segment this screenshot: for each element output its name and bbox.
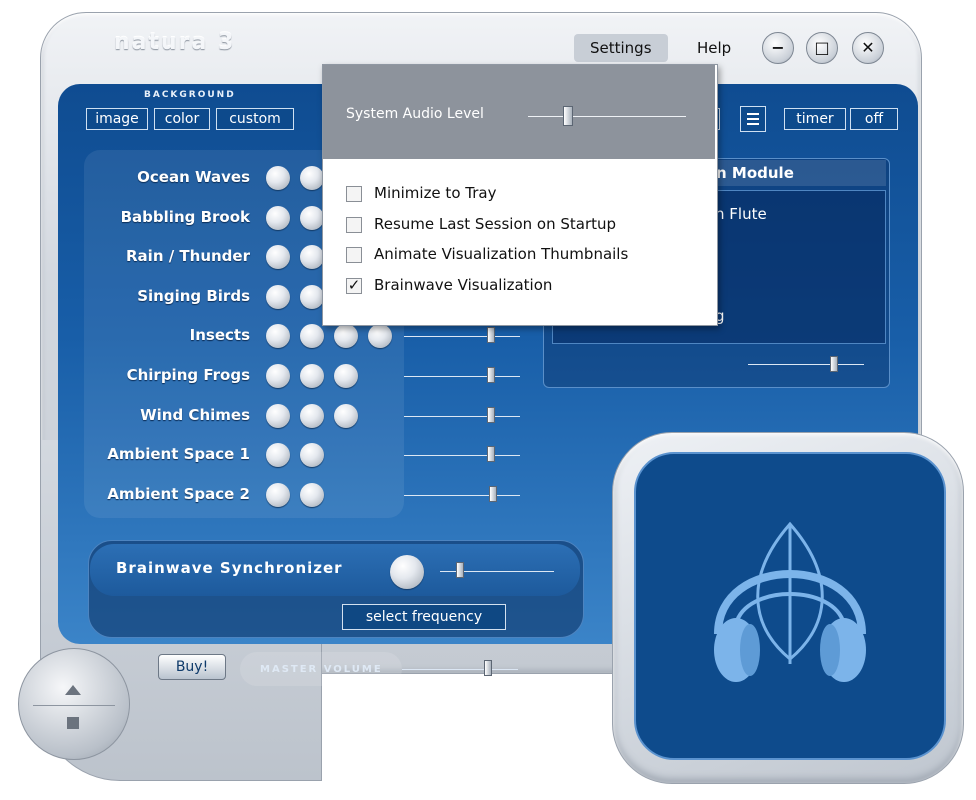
sound-variant-button[interactable] xyxy=(300,364,324,388)
timer-button[interactable]: timer xyxy=(784,108,846,130)
sound-label: Ambient Space 1 xyxy=(107,445,250,464)
module-title-text: n Module xyxy=(716,164,794,182)
sound-label: Chirping Frogs xyxy=(126,366,250,384)
sound-variant-button[interactable] xyxy=(300,205,324,230)
menu-help[interactable]: Help xyxy=(681,34,747,62)
buy-button[interactable]: Buy! xyxy=(158,654,226,680)
option-label[interactable]: Brainwave Visualization xyxy=(374,276,552,294)
select-frequency-button[interactable]: select frequency xyxy=(342,604,506,630)
master-volume-track[interactable] xyxy=(402,669,518,670)
sound-variant-button[interactable] xyxy=(300,245,324,270)
sound-volume-track[interactable] xyxy=(404,455,520,457)
sound-volume-track[interactable] xyxy=(404,336,520,338)
list-icon[interactable] xyxy=(740,106,766,132)
master-volume-thumb[interactable] xyxy=(484,660,492,676)
corner-knob[interactable] xyxy=(18,648,130,760)
minimize-button[interactable]: − xyxy=(762,32,794,64)
maximize-button[interactable]: □ xyxy=(806,32,838,64)
module-slider-thumb[interactable] xyxy=(830,356,838,372)
background-label: BACKGROUND xyxy=(144,90,236,100)
option-checkbox[interactable] xyxy=(346,216,362,233)
sound-variant-button[interactable] xyxy=(266,403,290,428)
sound-volume-thumb[interactable] xyxy=(487,327,495,344)
sound-variant-button[interactable] xyxy=(266,364,290,388)
master-volume-label: MASTER VOLUME xyxy=(260,664,383,675)
sound-label: Insects xyxy=(189,326,250,345)
system-audio-thumb[interactable] xyxy=(562,106,573,126)
sound-label: Rain / Thunder xyxy=(126,247,250,266)
app-title: natura 3 xyxy=(114,30,236,55)
sound-volume-thumb[interactable] xyxy=(487,406,495,423)
sound-label: Wind Chimes xyxy=(140,405,250,424)
brainwave-slider-thumb[interactable] xyxy=(456,562,464,578)
sound-variant-button[interactable] xyxy=(266,482,290,507)
option-checkbox[interactable] xyxy=(346,247,362,263)
sound-volume-thumb[interactable] xyxy=(487,367,495,383)
headphones-logo-icon xyxy=(714,521,866,682)
option-checkbox[interactable] xyxy=(346,186,362,202)
background-image-button[interactable]: image xyxy=(86,108,148,130)
sound-volume-track[interactable] xyxy=(404,494,520,496)
sound-variant-button[interactable] xyxy=(300,403,324,428)
sound-variant-button[interactable] xyxy=(300,443,324,468)
close-button[interactable]: ✕ xyxy=(852,32,884,64)
sound-variant-button[interactable] xyxy=(266,166,290,190)
sound-volume-track[interactable] xyxy=(404,376,520,377)
sound-variant-button[interactable] xyxy=(300,284,324,309)
knob-divider xyxy=(33,705,115,706)
visualization-panel xyxy=(634,452,946,760)
module-item[interactable]: n Flute xyxy=(715,205,767,223)
sound-variant-button[interactable] xyxy=(266,205,290,230)
sound-label: Babbling Brook xyxy=(120,207,250,226)
sound-variant-button[interactable] xyxy=(266,284,290,309)
sound-variant-button[interactable] xyxy=(266,443,290,468)
sound-label: Ocean Waves xyxy=(137,168,250,186)
module-slider-track[interactable] xyxy=(748,364,864,365)
sound-variant-button[interactable] xyxy=(334,403,358,428)
option-label[interactable]: Resume Last Session on Startup xyxy=(374,215,616,233)
background-custom-button[interactable]: custom xyxy=(216,108,294,130)
sound-label: Singing Birds xyxy=(137,286,250,305)
menu-settings[interactable]: Settings xyxy=(574,34,668,62)
background-color-button[interactable]: color xyxy=(154,108,210,130)
sound-variant-button[interactable] xyxy=(300,482,324,507)
sound-variant-button[interactable] xyxy=(300,166,324,190)
option-label[interactable]: Minimize to Tray xyxy=(374,184,496,202)
stop-icon[interactable] xyxy=(67,717,79,729)
option-label[interactable]: Animate Visualization Thumbnails xyxy=(374,245,628,263)
brainwave-label: Brainwave Synchronizer xyxy=(116,559,343,577)
up-arrow-icon[interactable] xyxy=(65,685,81,695)
brainwave-toggle[interactable] xyxy=(390,555,424,589)
sound-variant-button[interactable] xyxy=(334,364,358,388)
sound-volume-track[interactable] xyxy=(404,415,520,417)
system-audio-track[interactable] xyxy=(528,116,686,117)
sound-volume-thumb[interactable] xyxy=(489,485,498,502)
sound-variant-button[interactable] xyxy=(266,245,290,270)
sound-label: Ambient Space 2 xyxy=(107,484,250,503)
option-checkbox[interactable]: ✓ xyxy=(346,277,362,294)
system-audio-label: System Audio Level xyxy=(346,106,484,122)
timer-off-button[interactable]: off xyxy=(850,108,898,130)
sound-volume-thumb[interactable] xyxy=(487,446,495,463)
